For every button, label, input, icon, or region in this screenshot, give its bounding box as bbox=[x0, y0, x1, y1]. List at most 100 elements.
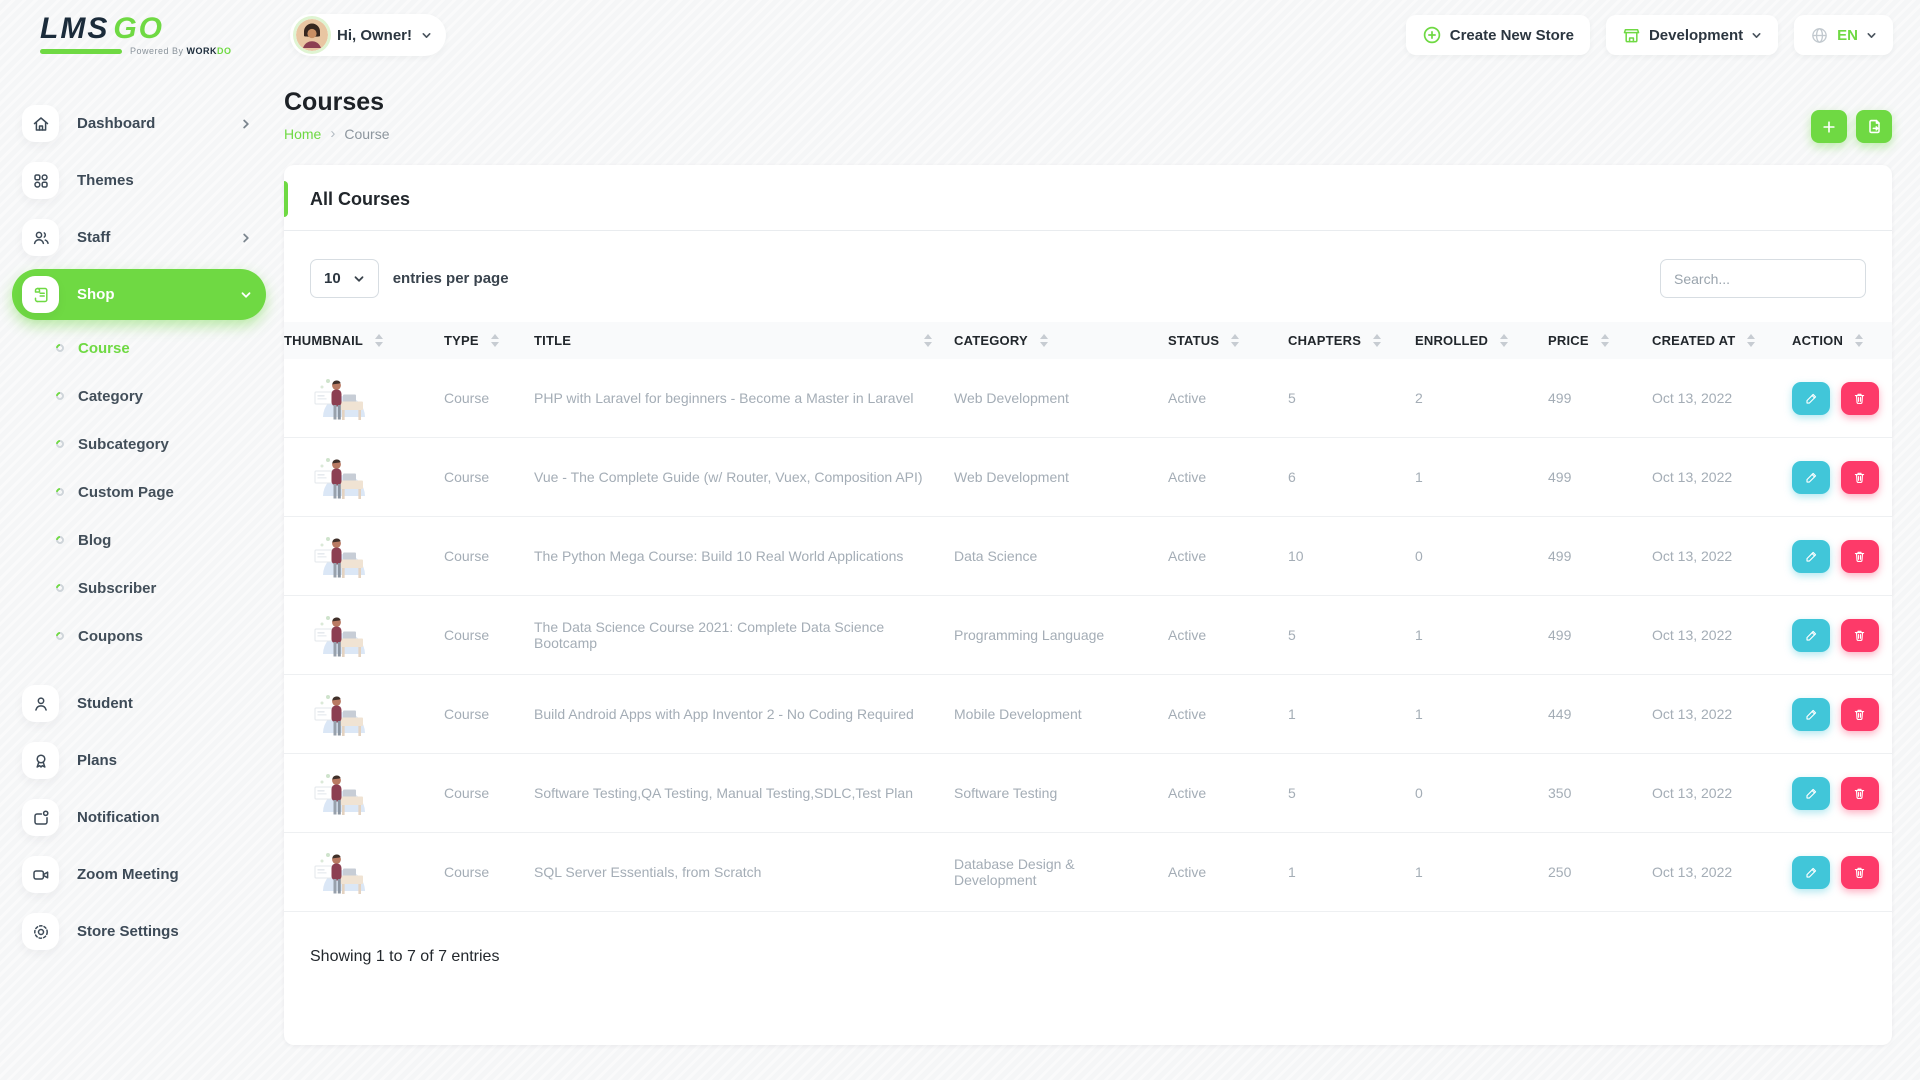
cell-created-at: Oct 13, 2022 bbox=[1652, 596, 1792, 675]
cell-type: Course bbox=[444, 833, 534, 912]
zoom-meeting-icon bbox=[22, 856, 59, 893]
column-header[interactable]: TITLE bbox=[534, 322, 954, 359]
user-menu[interactable]: Hi, Owner! bbox=[290, 14, 446, 56]
cell-price: 499 bbox=[1548, 359, 1652, 438]
cell-type: Course bbox=[444, 596, 534, 675]
column-header[interactable]: ENROLLED bbox=[1415, 322, 1548, 359]
breadcrumb-home-link[interactable]: Home bbox=[284, 126, 321, 142]
sidebar-item-plans[interactable]: Plans bbox=[12, 735, 266, 786]
sidebar-subitem[interactable]: Custom Page bbox=[56, 478, 266, 506]
edit-button[interactable] bbox=[1792, 698, 1830, 731]
cell-created-at: Oct 13, 2022 bbox=[1652, 754, 1792, 833]
entries-per-page-select[interactable]: 10 bbox=[310, 259, 379, 298]
export-button[interactable] bbox=[1856, 110, 1892, 143]
cell-created-at: Oct 13, 2022 bbox=[1652, 675, 1792, 754]
sidebar-subitem[interactable]: Course bbox=[56, 334, 266, 362]
sidebar-subitem[interactable]: Coupons bbox=[56, 622, 266, 650]
powered-by: Powered By WORKDO bbox=[130, 46, 232, 56]
language-switcher[interactable]: EN bbox=[1794, 15, 1893, 55]
edit-button[interactable] bbox=[1792, 856, 1830, 889]
column-header[interactable]: THUMBNAIL bbox=[284, 322, 444, 359]
edit-button[interactable] bbox=[1792, 540, 1830, 573]
sort-icon[interactable] bbox=[1040, 334, 1048, 347]
delete-button[interactable] bbox=[1841, 540, 1879, 573]
column-header[interactable]: TYPE bbox=[444, 322, 534, 359]
chevron-down-icon bbox=[240, 289, 252, 301]
delete-button[interactable] bbox=[1841, 619, 1879, 652]
table-summary: Showing 1 to 7 of 7 entries bbox=[284, 912, 1892, 1002]
edit-button[interactable] bbox=[1792, 461, 1830, 494]
sort-icon[interactable] bbox=[1373, 334, 1381, 347]
bullet-icon bbox=[54, 534, 65, 545]
bullet-icon bbox=[54, 390, 65, 401]
column-header[interactable]: CHAPTERS bbox=[1288, 322, 1415, 359]
sidebar-item-student[interactable]: Student bbox=[12, 678, 266, 729]
delete-button[interactable] bbox=[1841, 856, 1879, 889]
cell-chapters: 5 bbox=[1288, 754, 1415, 833]
sort-icon[interactable] bbox=[1231, 334, 1239, 347]
bullet-icon bbox=[54, 582, 65, 593]
sidebar-subitem[interactable]: Blog bbox=[56, 526, 266, 554]
cell-thumbnail bbox=[284, 675, 444, 754]
delete-button[interactable] bbox=[1841, 698, 1879, 731]
greeting-label: Hi, Owner! bbox=[337, 27, 412, 44]
cell-category: Mobile Development bbox=[954, 675, 1168, 754]
cell-created-at: Oct 13, 2022 bbox=[1652, 359, 1792, 438]
cell-title: The Data Science Course 2021: Complete D… bbox=[534, 596, 954, 675]
course-thumbnail bbox=[310, 847, 376, 897]
sidebar-item-shop[interactable]: Shop bbox=[12, 269, 266, 320]
sort-icon[interactable] bbox=[1601, 334, 1609, 347]
cell-status: Active bbox=[1168, 675, 1288, 754]
sidebar-subitem[interactable]: Subscriber bbox=[56, 574, 266, 602]
delete-button[interactable] bbox=[1841, 382, 1879, 415]
edit-pencil-icon bbox=[1804, 549, 1819, 564]
cell-action bbox=[1792, 675, 1892, 754]
edit-button[interactable] bbox=[1792, 382, 1830, 415]
table-row: Course Build Android Apps with App Inven… bbox=[284, 675, 1892, 754]
cell-status: Active bbox=[1168, 754, 1288, 833]
cell-enrolled: 0 bbox=[1415, 517, 1548, 596]
trash-icon bbox=[1852, 707, 1867, 722]
sidebar-subitem[interactable]: Category bbox=[56, 382, 266, 410]
delete-button[interactable] bbox=[1841, 461, 1879, 494]
create-store-button[interactable]: Create New Store bbox=[1406, 15, 1590, 55]
page-title: Courses bbox=[284, 88, 390, 117]
themes-icon bbox=[22, 162, 59, 199]
top-header: LMSGO Powered By WORKDO Hi, Owner! Creat… bbox=[0, 0, 1920, 70]
sort-icon[interactable] bbox=[924, 334, 932, 347]
column-header[interactable]: STATUS bbox=[1168, 322, 1288, 359]
edit-button[interactable] bbox=[1792, 619, 1830, 652]
sort-icon[interactable] bbox=[1855, 334, 1863, 347]
settings-icon bbox=[22, 913, 59, 950]
column-header[interactable]: ACTION bbox=[1792, 322, 1892, 359]
add-course-button[interactable] bbox=[1811, 110, 1847, 143]
sort-icon[interactable] bbox=[491, 334, 499, 347]
store-switcher[interactable]: Development bbox=[1606, 15, 1778, 55]
delete-button[interactable] bbox=[1841, 777, 1879, 810]
cell-status: Active bbox=[1168, 833, 1288, 912]
table-row: Course Software Testing,QA Testing, Manu… bbox=[284, 754, 1892, 833]
sidebar-item-notification[interactable]: Notification bbox=[12, 792, 266, 843]
sidebar-item-staff[interactable]: Staff bbox=[12, 212, 266, 263]
all-courses-card: All Courses 10 entries per page bbox=[284, 165, 1892, 1045]
cell-thumbnail bbox=[284, 438, 444, 517]
cell-action bbox=[1792, 754, 1892, 833]
cell-title: PHP with Laravel for beginners - Become … bbox=[534, 359, 954, 438]
column-header[interactable]: CATEGORY bbox=[954, 322, 1168, 359]
sort-icon[interactable] bbox=[375, 334, 383, 347]
cell-category: Data Science bbox=[954, 517, 1168, 596]
sidebar-item-dashboard[interactable]: Dashboard bbox=[12, 98, 266, 149]
main-content: Courses Home › Course All Courses 10 bbox=[284, 70, 1920, 1080]
home-icon bbox=[22, 105, 59, 142]
sort-icon[interactable] bbox=[1500, 334, 1508, 347]
sidebar-item-themes[interactable]: Themes bbox=[12, 155, 266, 206]
sidebar-subitem[interactable]: Subcategory bbox=[56, 430, 266, 458]
plans-icon bbox=[22, 742, 59, 779]
column-header[interactable]: CREATED AT bbox=[1652, 322, 1792, 359]
sort-icon[interactable] bbox=[1747, 334, 1755, 347]
sidebar-item-store-settings[interactable]: Store Settings bbox=[12, 906, 266, 957]
search-input[interactable] bbox=[1660, 259, 1866, 298]
edit-button[interactable] bbox=[1792, 777, 1830, 810]
column-header[interactable]: PRICE bbox=[1548, 322, 1652, 359]
sidebar-item-zoom-meeting[interactable]: Zoom Meeting bbox=[12, 849, 266, 900]
